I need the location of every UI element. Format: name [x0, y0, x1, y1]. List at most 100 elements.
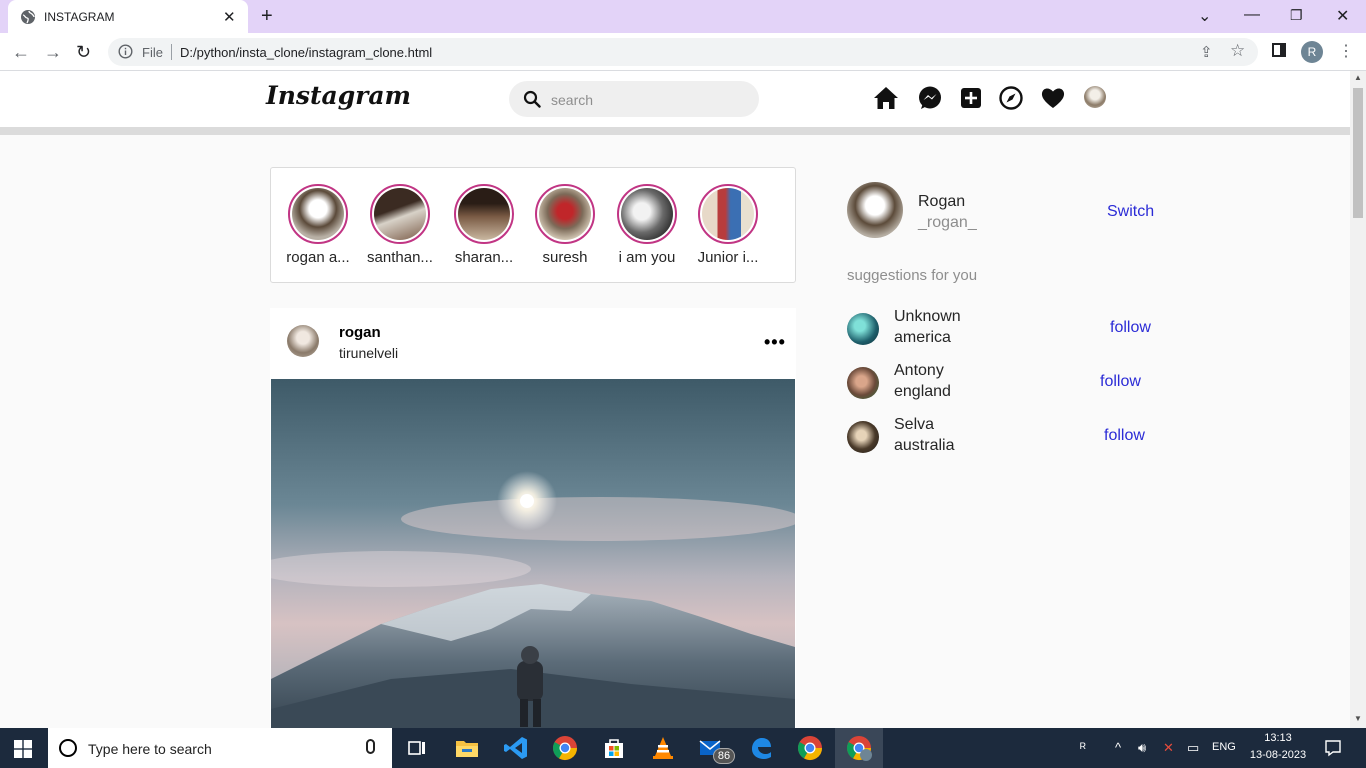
- vscode-icon[interactable]: [502, 734, 530, 762]
- store-icon[interactable]: [600, 734, 628, 762]
- scroll-up-arrow-icon[interactable]: ▲: [1354, 73, 1362, 82]
- new-tab-button[interactable]: +: [261, 5, 273, 28]
- story-name: i am you: [618, 249, 676, 266]
- file-explorer-icon[interactable]: [453, 734, 481, 762]
- story-item[interactable]: suresh: [526, 184, 604, 266]
- story-avatar: [458, 188, 510, 240]
- home-icon[interactable]: [873, 85, 899, 111]
- suggestion-avatar[interactable]: [847, 313, 879, 345]
- messenger-icon[interactable]: [917, 85, 943, 111]
- windows-taskbar: Type here to search 86 ᴿ ^ 🔊︎ ✕ ▭ ENG 13…: [0, 728, 1366, 768]
- new-post-icon[interactable]: [958, 85, 984, 111]
- suggestions-title: suggestions for you: [847, 267, 978, 284]
- search-icon: [523, 90, 541, 108]
- close-tab-icon[interactable]: ✕: [223, 8, 236, 26]
- share-icon[interactable]: ⇪: [1200, 43, 1213, 61]
- profile-avatar-button[interactable]: R: [1301, 41, 1323, 63]
- chrome-icon[interactable]: [551, 734, 579, 762]
- suggestion-name[interactable]: Selva: [894, 416, 934, 434]
- chrome-icon[interactable]: [796, 734, 824, 762]
- suggestion-item: Selva australia follow: [847, 416, 1177, 462]
- url-text[interactable]: D:/python/insta_clone/instagram_clone.ht…: [180, 45, 432, 60]
- chrome-profile-icon: [846, 736, 872, 761]
- story-name: santhan...: [367, 249, 433, 266]
- suggestion-item: Antony england follow: [847, 362, 1177, 408]
- volume-icon[interactable]: 🔊︎: [1138, 740, 1146, 756]
- current-user-handle: _rogan_: [918, 214, 977, 231]
- follow-button[interactable]: follow: [1100, 373, 1141, 391]
- clock-time[interactable]: 13:13: [1244, 732, 1312, 744]
- browser-tab-strip: INSTAGRAM ✕ + ⌄ — ❐ ✕: [0, 0, 1366, 33]
- minimize-button[interactable]: —: [1244, 6, 1260, 24]
- suggestion-avatar[interactable]: [847, 367, 879, 399]
- scheme-label: File: [142, 45, 163, 60]
- story-ring: [370, 184, 430, 244]
- task-view-icon[interactable]: [403, 734, 431, 762]
- clock-date[interactable]: 13-08-2023: [1244, 749, 1312, 761]
- post-image[interactable]: [271, 379, 795, 728]
- windows-start-icon[interactable]: [14, 740, 32, 758]
- suggestion-avatar[interactable]: [847, 421, 879, 453]
- instagram-logo[interactable]: Instagram: [266, 81, 411, 110]
- info-icon[interactable]: [118, 44, 133, 59]
- scrollbar-thumb[interactable]: [1353, 88, 1363, 218]
- browser-toolbar: ← → ↻ File D:/python/insta_clone/instagr…: [0, 33, 1366, 71]
- story-item[interactable]: sharan...: [445, 184, 523, 266]
- follow-button[interactable]: follow: [1104, 427, 1145, 445]
- story-ring: [288, 184, 348, 244]
- notifications-icon[interactable]: [1324, 739, 1342, 757]
- story-item[interactable]: i am you: [608, 184, 686, 266]
- vlc-icon[interactable]: [649, 734, 677, 762]
- story-name: rogan a...: [286, 249, 350, 266]
- more-options-icon[interactable]: •••: [764, 332, 786, 353]
- microphone-icon[interactable]: [366, 739, 375, 754]
- network-icon[interactable]: ✕: [1163, 740, 1174, 756]
- current-user-avatar[interactable]: [847, 182, 903, 238]
- follow-button[interactable]: follow: [1110, 319, 1151, 337]
- address-bar[interactable]: File D:/python/insta_clone/instagram_clo…: [108, 38, 1258, 66]
- search-input[interactable]: search: [509, 81, 759, 117]
- browser-tab[interactable]: INSTAGRAM ✕: [8, 0, 248, 33]
- taskbar-search-input[interactable]: Type here to search: [48, 728, 392, 768]
- heart-icon[interactable]: [1040, 85, 1066, 111]
- story-avatar: [702, 188, 754, 240]
- browser-menu-icon[interactable]: ⋮: [1338, 41, 1354, 61]
- divider: [171, 44, 172, 60]
- close-window-button[interactable]: ✕: [1336, 6, 1349, 26]
- post-location: tirunelveli: [339, 345, 399, 361]
- bookmark-star-icon[interactable]: ☆: [1230, 41, 1245, 61]
- people-icon[interactable]: ᴿ: [1080, 740, 1086, 755]
- stories-bar: rogan a... santhan... sharan... suresh i…: [270, 167, 796, 283]
- story-item[interactable]: santhan...: [361, 184, 439, 266]
- suggestion-name[interactable]: Unknown: [894, 308, 961, 326]
- show-hidden-icons-icon[interactable]: ^: [1115, 740, 1121, 755]
- story-item[interactable]: rogan a...: [279, 184, 357, 266]
- restore-button[interactable]: ❐: [1290, 7, 1303, 24]
- edge-icon[interactable]: [747, 734, 775, 762]
- instagram-header: Instagram search: [0, 71, 1350, 135]
- suggestion-location: australia: [894, 437, 955, 454]
- post-username[interactable]: rogan: [339, 324, 381, 341]
- back-icon[interactable]: ←: [12, 42, 30, 63]
- suggestion-location: england: [894, 383, 951, 400]
- battery-icon[interactable]: ▭: [1187, 740, 1199, 756]
- reload-icon[interactable]: ↻: [76, 42, 91, 63]
- explore-icon[interactable]: [998, 85, 1024, 111]
- language-indicator[interactable]: ENG: [1212, 741, 1236, 753]
- story-item[interactable]: Junior i...: [689, 184, 767, 266]
- active-app-highlight[interactable]: [835, 728, 883, 768]
- profile-avatar[interactable]: [1084, 86, 1106, 108]
- side-panel-icon[interactable]: [1272, 43, 1286, 57]
- post-avatar[interactable]: [287, 325, 319, 357]
- story-ring: [698, 184, 758, 244]
- tab-search-icon[interactable]: ⌄: [1198, 6, 1211, 26]
- suggestion-name[interactable]: Antony: [894, 362, 944, 380]
- page-scrollbar[interactable]: ▲ ▼: [1350, 71, 1366, 728]
- mail-badge: 86: [713, 748, 735, 764]
- switch-account-link[interactable]: Switch: [1107, 203, 1154, 221]
- story-name: suresh: [542, 249, 588, 266]
- story-name: Junior i...: [697, 249, 759, 266]
- forward-icon[interactable]: →: [44, 42, 62, 63]
- tab-title: INSTAGRAM: [44, 10, 115, 24]
- scroll-down-arrow-icon[interactable]: ▼: [1354, 714, 1362, 723]
